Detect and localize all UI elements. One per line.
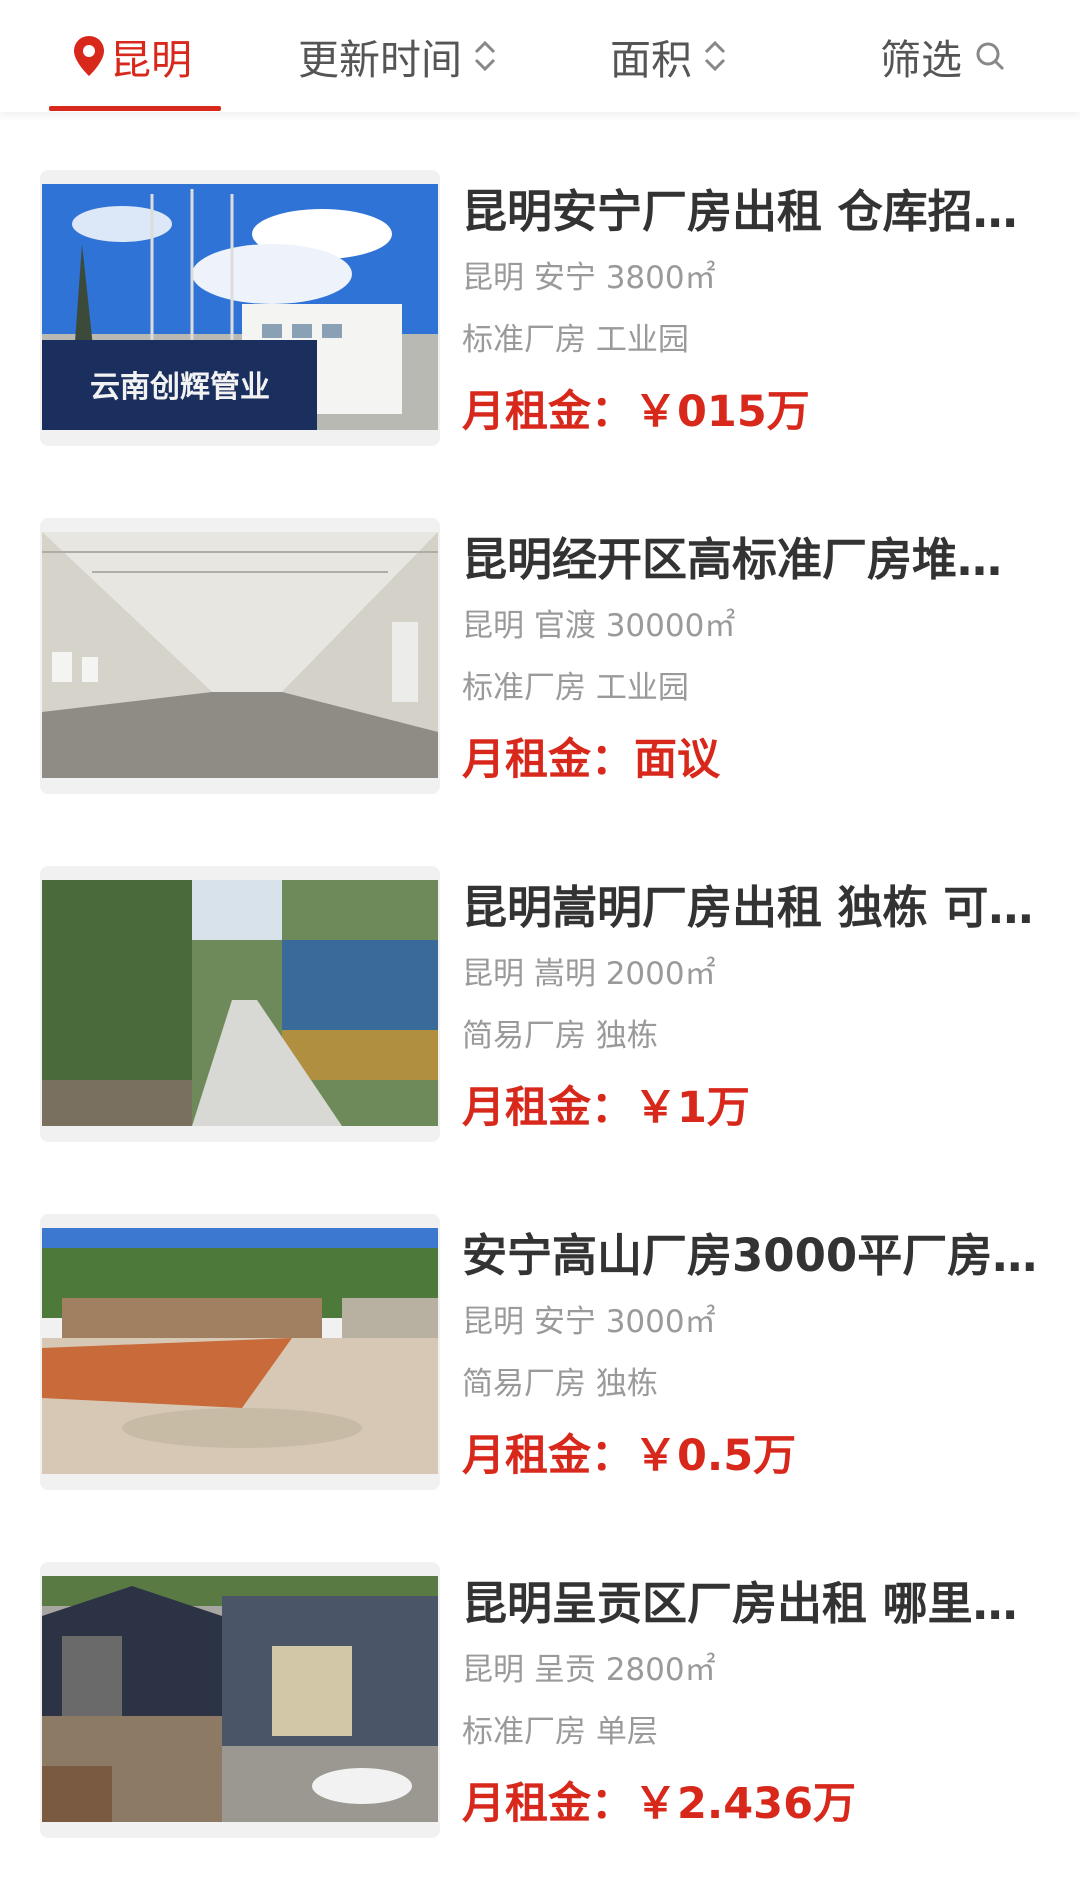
city-filter-label: 昆明 bbox=[110, 36, 192, 84]
listing-location: 昆明 安宁 3800㎡ bbox=[462, 260, 716, 296]
search-icon bbox=[976, 42, 1005, 71]
listing-price: 月租金：￥0.5万 bbox=[462, 1431, 797, 1481]
active-tab-underline bbox=[49, 106, 221, 111]
listing-location: 昆明 安宁 3000㎡ bbox=[462, 1304, 716, 1340]
listing-price: 月租金：￥015万 bbox=[462, 387, 810, 437]
listing-card[interactable]: 云南创辉管业 昆明安宁厂房出租 仓库招… 昆明 安宁 3800㎡ 标准厂房 工业… bbox=[40, 170, 1040, 450]
listing-tags: 标准厂房 工业园 bbox=[462, 322, 689, 358]
listing-card[interactable]: 昆明嵩明厂房出租 独栋 可… 昆明 嵩明 2000㎡ 简易厂房 独栋 月租金：￥… bbox=[40, 866, 1040, 1146]
sort-updown-icon bbox=[704, 40, 726, 72]
factory-photo-image bbox=[42, 532, 438, 778]
factory-photo-image: 云南创辉管业 bbox=[42, 184, 438, 430]
sort-updown-icon bbox=[474, 40, 496, 72]
factory-photo-image bbox=[42, 1228, 438, 1474]
listing-title[interactable]: 昆明呈贡区厂房出租 哪里… bbox=[462, 1572, 1042, 1636]
location-pin-icon bbox=[74, 36, 104, 76]
listing-title[interactable]: 昆明安宁厂房出租 仓库招… bbox=[462, 180, 1042, 244]
filter-button-label: 筛选 bbox=[880, 36, 962, 84]
listing-tags: 标准厂房 单层 bbox=[462, 1714, 658, 1750]
sort-update-time-label: 更新时间 bbox=[298, 36, 462, 84]
listing-photo[interactable] bbox=[40, 866, 440, 1142]
svg-text:云南创辉管业: 云南创辉管业 bbox=[90, 370, 270, 405]
filter-button[interactable]: 筛选 bbox=[880, 0, 1006, 112]
listing-tags: 简易厂房 独栋 bbox=[462, 1018, 658, 1054]
listing-title[interactable]: 昆明经开区高标准厂房堆… bbox=[462, 528, 1042, 592]
listing-tags: 标准厂房 工业园 bbox=[462, 670, 689, 706]
sort-area-label: 面积 bbox=[610, 36, 692, 84]
listing-card[interactable]: 昆明经开区高标准厂房堆… 昆明 官渡 30000㎡ 标准厂房 工业园 月租金：面… bbox=[40, 518, 1040, 798]
listing-card[interactable]: 昆明呈贡区厂房出租 哪里… 昆明 呈贡 2800㎡ 标准厂房 单层 月租金：￥2… bbox=[40, 1562, 1040, 1842]
listing-price: 月租金：￥2.436万 bbox=[462, 1779, 857, 1829]
factory-photo-image bbox=[42, 1576, 438, 1822]
sort-update-time[interactable]: 更新时间 bbox=[298, 0, 498, 112]
listing-location: 昆明 呈贡 2800㎡ bbox=[462, 1652, 716, 1688]
listing-photo[interactable] bbox=[40, 1562, 440, 1838]
listing-photo[interactable] bbox=[40, 518, 440, 794]
factory-photo-image bbox=[42, 880, 438, 1126]
listing-title[interactable]: 昆明嵩明厂房出租 独栋 可… bbox=[462, 876, 1042, 940]
listing-location: 昆明 嵩明 2000㎡ bbox=[462, 956, 716, 992]
listing-photo[interactable] bbox=[40, 1214, 440, 1490]
filter-bar: 昆明 更新时间 面积 筛选 bbox=[0, 0, 1080, 112]
listing-price: 月租金：￥1万 bbox=[462, 1083, 750, 1133]
listing-location: 昆明 官渡 30000㎡ bbox=[462, 608, 736, 644]
sort-area[interactable]: 面积 bbox=[610, 0, 728, 112]
listing-title[interactable]: 安宁高山厂房3000平厂房… bbox=[462, 1224, 1042, 1288]
listing-photo[interactable]: 云南创辉管业 bbox=[40, 170, 440, 446]
city-filter[interactable]: 昆明 bbox=[72, 0, 192, 112]
listing-price: 月租金：面议 bbox=[462, 735, 720, 785]
listing-card[interactable]: 安宁高山厂房3000平厂房… 昆明 安宁 3000㎡ 简易厂房 独栋 月租金：￥… bbox=[40, 1214, 1040, 1494]
listing-tags: 简易厂房 独栋 bbox=[462, 1366, 658, 1402]
